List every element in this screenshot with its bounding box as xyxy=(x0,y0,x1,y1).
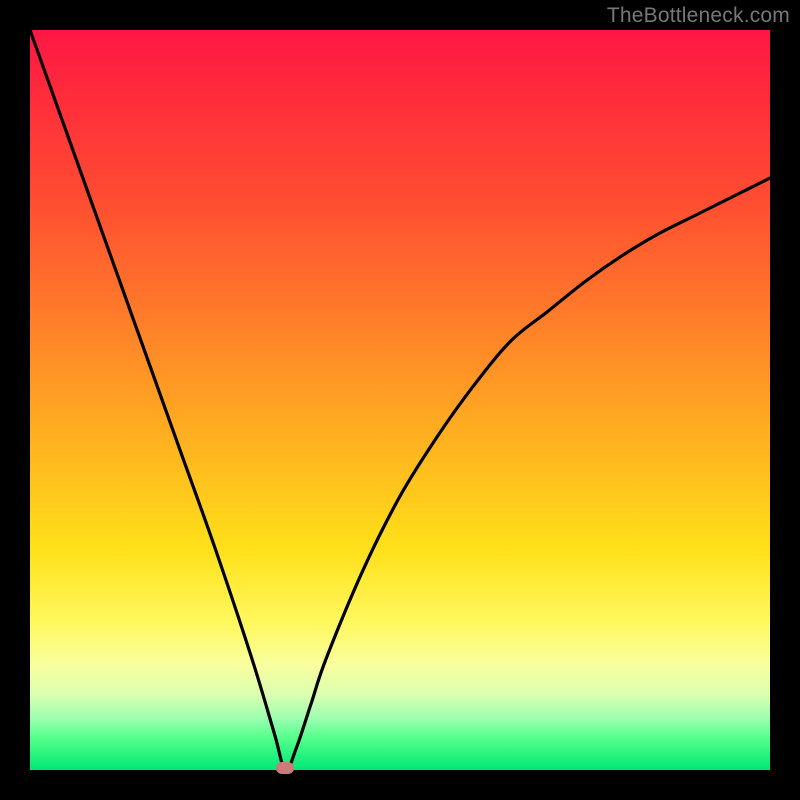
chart-container: TheBottleneck.com xyxy=(0,0,800,800)
minimum-marker xyxy=(276,762,294,774)
watermark-text: TheBottleneck.com xyxy=(607,4,790,28)
bottleneck-curve xyxy=(30,30,770,770)
